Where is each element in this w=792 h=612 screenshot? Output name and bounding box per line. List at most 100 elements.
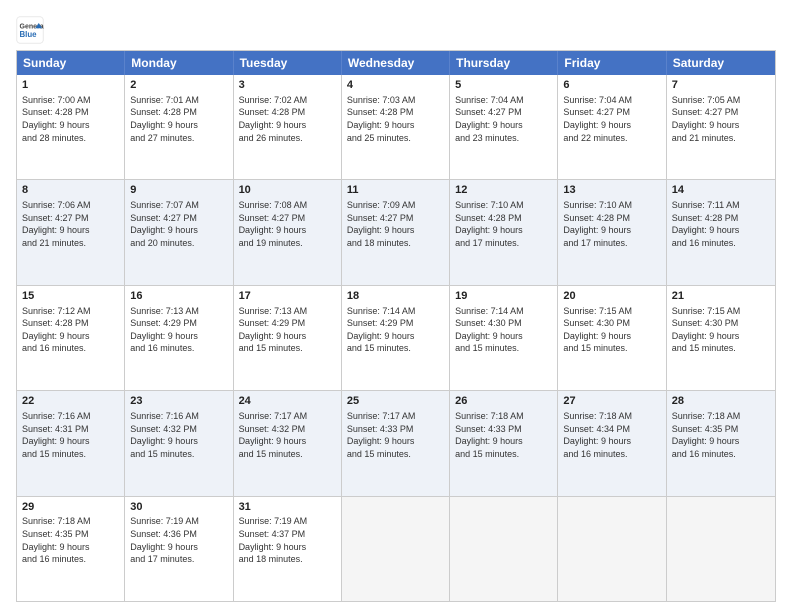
day-info: Sunrise: 7:13 AM Sunset: 4:29 PM Dayligh…: [239, 305, 336, 355]
day-number: 1: [22, 78, 119, 93]
day-number: 10: [239, 183, 336, 198]
day-info: Sunrise: 7:17 AM Sunset: 4:33 PM Dayligh…: [347, 410, 444, 460]
day-number: 6: [563, 78, 660, 93]
day-info: Sunrise: 7:09 AM Sunset: 4:27 PM Dayligh…: [347, 199, 444, 249]
calendar-cell: 6Sunrise: 7:04 AM Sunset: 4:27 PM Daylig…: [558, 75, 666, 179]
day-number: 28: [672, 394, 770, 409]
calendar-cell: 24Sunrise: 7:17 AM Sunset: 4:32 PM Dayli…: [234, 391, 342, 495]
day-info: Sunrise: 7:04 AM Sunset: 4:27 PM Dayligh…: [455, 94, 552, 144]
day-number: 4: [347, 78, 444, 93]
day-number: 20: [563, 289, 660, 304]
calendar-cell: 11Sunrise: 7:09 AM Sunset: 4:27 PM Dayli…: [342, 180, 450, 284]
day-info: Sunrise: 7:04 AM Sunset: 4:27 PM Dayligh…: [563, 94, 660, 144]
day-info: Sunrise: 7:14 AM Sunset: 4:29 PM Dayligh…: [347, 305, 444, 355]
day-number: 13: [563, 183, 660, 198]
calendar-cell: 7Sunrise: 7:05 AM Sunset: 4:27 PM Daylig…: [667, 75, 775, 179]
day-info: Sunrise: 7:10 AM Sunset: 4:28 PM Dayligh…: [563, 199, 660, 249]
header-day-tuesday: Tuesday: [234, 51, 342, 75]
calendar-cell: 3Sunrise: 7:02 AM Sunset: 4:28 PM Daylig…: [234, 75, 342, 179]
day-number: 15: [22, 289, 119, 304]
day-number: 30: [130, 500, 227, 515]
calendar-cell: 13Sunrise: 7:10 AM Sunset: 4:28 PM Dayli…: [558, 180, 666, 284]
header-day-friday: Friday: [558, 51, 666, 75]
day-number: 27: [563, 394, 660, 409]
day-info: Sunrise: 7:16 AM Sunset: 4:31 PM Dayligh…: [22, 410, 119, 460]
page: General Blue SundayMondayTuesdayWednesda…: [0, 0, 792, 612]
calendar-row-1: 1Sunrise: 7:00 AM Sunset: 4:28 PM Daylig…: [17, 75, 775, 180]
day-number: 26: [455, 394, 552, 409]
calendar-body: 1Sunrise: 7:00 AM Sunset: 4:28 PM Daylig…: [17, 75, 775, 601]
day-number: 9: [130, 183, 227, 198]
calendar-cell: 26Sunrise: 7:18 AM Sunset: 4:33 PM Dayli…: [450, 391, 558, 495]
calendar-cell: 10Sunrise: 7:08 AM Sunset: 4:27 PM Dayli…: [234, 180, 342, 284]
day-number: 3: [239, 78, 336, 93]
day-info: Sunrise: 7:16 AM Sunset: 4:32 PM Dayligh…: [130, 410, 227, 460]
calendar-cell: 19Sunrise: 7:14 AM Sunset: 4:30 PM Dayli…: [450, 286, 558, 390]
day-number: 18: [347, 289, 444, 304]
calendar-cell: 21Sunrise: 7:15 AM Sunset: 4:30 PM Dayli…: [667, 286, 775, 390]
day-info: Sunrise: 7:14 AM Sunset: 4:30 PM Dayligh…: [455, 305, 552, 355]
calendar-cell: [450, 497, 558, 601]
day-number: 21: [672, 289, 770, 304]
day-number: 23: [130, 394, 227, 409]
day-info: Sunrise: 7:18 AM Sunset: 4:34 PM Dayligh…: [563, 410, 660, 460]
header-day-monday: Monday: [125, 51, 233, 75]
calendar-cell: 25Sunrise: 7:17 AM Sunset: 4:33 PM Dayli…: [342, 391, 450, 495]
day-number: 11: [347, 183, 444, 198]
calendar-cell: 15Sunrise: 7:12 AM Sunset: 4:28 PM Dayli…: [17, 286, 125, 390]
day-info: Sunrise: 7:15 AM Sunset: 4:30 PM Dayligh…: [563, 305, 660, 355]
day-number: 19: [455, 289, 552, 304]
calendar-cell: 31Sunrise: 7:19 AM Sunset: 4:37 PM Dayli…: [234, 497, 342, 601]
calendar-cell: [667, 497, 775, 601]
day-number: 31: [239, 500, 336, 515]
day-info: Sunrise: 7:02 AM Sunset: 4:28 PM Dayligh…: [239, 94, 336, 144]
calendar-cell: 5Sunrise: 7:04 AM Sunset: 4:27 PM Daylig…: [450, 75, 558, 179]
calendar-row-5: 29Sunrise: 7:18 AM Sunset: 4:35 PM Dayli…: [17, 497, 775, 601]
calendar-header: SundayMondayTuesdayWednesdayThursdayFrid…: [17, 51, 775, 75]
day-info: Sunrise: 7:03 AM Sunset: 4:28 PM Dayligh…: [347, 94, 444, 144]
calendar-cell: 12Sunrise: 7:10 AM Sunset: 4:28 PM Dayli…: [450, 180, 558, 284]
day-number: 22: [22, 394, 119, 409]
header-day-sunday: Sunday: [17, 51, 125, 75]
calendar-cell: 27Sunrise: 7:18 AM Sunset: 4:34 PM Dayli…: [558, 391, 666, 495]
calendar-row-4: 22Sunrise: 7:16 AM Sunset: 4:31 PM Dayli…: [17, 391, 775, 496]
calendar-cell: 20Sunrise: 7:15 AM Sunset: 4:30 PM Dayli…: [558, 286, 666, 390]
day-info: Sunrise: 7:15 AM Sunset: 4:30 PM Dayligh…: [672, 305, 770, 355]
day-info: Sunrise: 7:13 AM Sunset: 4:29 PM Dayligh…: [130, 305, 227, 355]
calendar-cell: 8Sunrise: 7:06 AM Sunset: 4:27 PM Daylig…: [17, 180, 125, 284]
calendar-cell: 16Sunrise: 7:13 AM Sunset: 4:29 PM Dayli…: [125, 286, 233, 390]
day-number: 8: [22, 183, 119, 198]
day-info: Sunrise: 7:18 AM Sunset: 4:35 PM Dayligh…: [22, 515, 119, 565]
logo: General Blue: [16, 16, 48, 44]
day-number: 17: [239, 289, 336, 304]
calendar-cell: 4Sunrise: 7:03 AM Sunset: 4:28 PM Daylig…: [342, 75, 450, 179]
calendar-cell: [342, 497, 450, 601]
day-number: 24: [239, 394, 336, 409]
day-info: Sunrise: 7:18 AM Sunset: 4:35 PM Dayligh…: [672, 410, 770, 460]
calendar-row-2: 8Sunrise: 7:06 AM Sunset: 4:27 PM Daylig…: [17, 180, 775, 285]
day-info: Sunrise: 7:11 AM Sunset: 4:28 PM Dayligh…: [672, 199, 770, 249]
calendar-cell: 18Sunrise: 7:14 AM Sunset: 4:29 PM Dayli…: [342, 286, 450, 390]
day-number: 16: [130, 289, 227, 304]
day-info: Sunrise: 7:01 AM Sunset: 4:28 PM Dayligh…: [130, 94, 227, 144]
calendar-cell: 17Sunrise: 7:13 AM Sunset: 4:29 PM Dayli…: [234, 286, 342, 390]
day-info: Sunrise: 7:10 AM Sunset: 4:28 PM Dayligh…: [455, 199, 552, 249]
calendar-cell: 2Sunrise: 7:01 AM Sunset: 4:28 PM Daylig…: [125, 75, 233, 179]
header-day-thursday: Thursday: [450, 51, 558, 75]
day-info: Sunrise: 7:12 AM Sunset: 4:28 PM Dayligh…: [22, 305, 119, 355]
day-number: 5: [455, 78, 552, 93]
calendar-row-3: 15Sunrise: 7:12 AM Sunset: 4:28 PM Dayli…: [17, 286, 775, 391]
calendar-cell: 14Sunrise: 7:11 AM Sunset: 4:28 PM Dayli…: [667, 180, 775, 284]
day-info: Sunrise: 7:18 AM Sunset: 4:33 PM Dayligh…: [455, 410, 552, 460]
day-info: Sunrise: 7:06 AM Sunset: 4:27 PM Dayligh…: [22, 199, 119, 249]
calendar-cell: 22Sunrise: 7:16 AM Sunset: 4:31 PM Dayli…: [17, 391, 125, 495]
calendar-cell: 30Sunrise: 7:19 AM Sunset: 4:36 PM Dayli…: [125, 497, 233, 601]
day-info: Sunrise: 7:17 AM Sunset: 4:32 PM Dayligh…: [239, 410, 336, 460]
header-day-wednesday: Wednesday: [342, 51, 450, 75]
day-info: Sunrise: 7:08 AM Sunset: 4:27 PM Dayligh…: [239, 199, 336, 249]
calendar-cell: 23Sunrise: 7:16 AM Sunset: 4:32 PM Dayli…: [125, 391, 233, 495]
day-number: 12: [455, 183, 552, 198]
day-info: Sunrise: 7:19 AM Sunset: 4:37 PM Dayligh…: [239, 515, 336, 565]
day-info: Sunrise: 7:07 AM Sunset: 4:27 PM Dayligh…: [130, 199, 227, 249]
day-info: Sunrise: 7:05 AM Sunset: 4:27 PM Dayligh…: [672, 94, 770, 144]
